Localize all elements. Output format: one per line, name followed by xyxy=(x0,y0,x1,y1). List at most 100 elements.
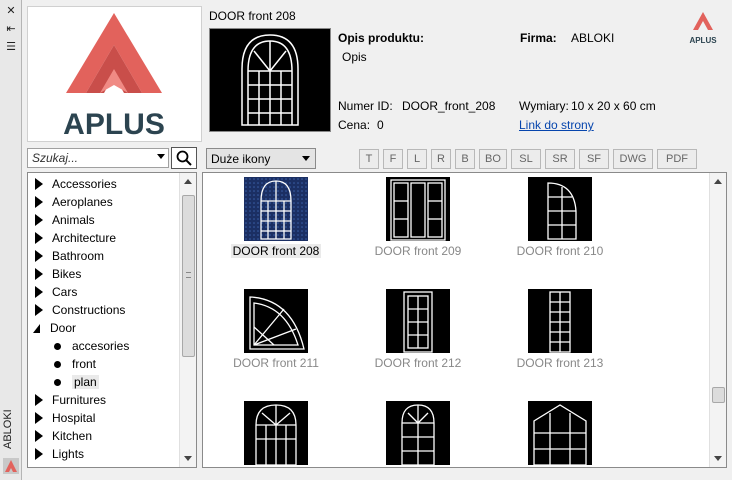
grid-item[interactable]: DOOR front 209 xyxy=(353,173,483,273)
grid-item[interactable] xyxy=(211,397,341,467)
grid-item-caption-text: DOOR front 208 xyxy=(230,244,322,258)
filter-button-dwg[interactable]: DWG xyxy=(613,149,653,169)
aplus-mini-logo-icon xyxy=(3,458,19,474)
autohide-icon[interactable]: ⇤ xyxy=(3,21,19,35)
expand-arrow-icon[interactable] xyxy=(35,250,43,262)
grid-scroll-thumb[interactable] xyxy=(712,387,725,403)
tree-item-plan[interactable]: plan xyxy=(28,373,99,391)
door-thumbnail-image xyxy=(244,401,308,466)
grid-scrollbar[interactable] xyxy=(709,173,726,467)
grid-item-caption: DOOR front 208 xyxy=(211,244,341,258)
tree-item-animals[interactable]: Animals xyxy=(28,211,95,229)
palette-strip: ✕ ⇤ ☰ ABLOKI xyxy=(0,0,22,480)
grid-item-caption: DOOR front 209 xyxy=(353,244,483,258)
grid-item[interactable] xyxy=(353,397,483,467)
view-mode-select[interactable]: Duże ikony xyxy=(206,148,316,169)
expand-arrow-icon[interactable] xyxy=(35,286,43,298)
tree-item-front[interactable]: front xyxy=(28,355,96,373)
properties-menu-icon[interactable]: ☰ xyxy=(3,39,19,53)
scroll-up-arrow-icon[interactable] xyxy=(184,179,192,184)
expand-arrow-icon[interactable] xyxy=(35,178,43,190)
tree-item-furnitures[interactable]: Furnitures xyxy=(28,391,106,409)
expand-arrow-icon[interactable] xyxy=(35,304,43,316)
expand-arrow-icon[interactable] xyxy=(35,430,43,442)
aplus-small-logo-icon: APLUS xyxy=(689,12,717,45)
bullet-icon xyxy=(54,378,61,386)
category-tree: Accessories Aeroplanes Animals Architecture… xyxy=(27,172,197,468)
product-info-panel: DOOR front 208 Opis produktu: Opis Firma… xyxy=(204,6,726,142)
tree-item-label: Animals xyxy=(52,213,95,227)
grid-item-caption-text: DOOR front 213 xyxy=(516,356,604,370)
tree-item-hospital[interactable]: Hospital xyxy=(28,409,95,427)
scroll-up-arrow-icon[interactable] xyxy=(714,179,722,184)
tree-item-bathroom[interactable]: Bathroom xyxy=(28,247,104,265)
tree-item-bikes[interactable]: Bikes xyxy=(28,265,81,283)
filter-button-b[interactable]: B xyxy=(455,149,475,169)
tree-item-accesories[interactable]: accesories xyxy=(28,337,129,355)
filter-button-f[interactable]: F xyxy=(383,149,403,169)
description-label: Opis produktu: xyxy=(338,31,424,45)
aplus-logo-icon: APLUS xyxy=(63,13,165,141)
scroll-down-arrow-icon[interactable] xyxy=(184,456,192,461)
bullet-icon xyxy=(54,342,61,350)
expand-arrow-icon[interactable] xyxy=(35,448,43,460)
brand-corner-logo: APLUS xyxy=(688,10,718,46)
product-page-link[interactable]: Link do strony xyxy=(519,118,594,132)
grid-item[interactable]: DOOR front 211 xyxy=(211,285,341,385)
filter-button-t[interactable]: T xyxy=(359,149,379,169)
tree-item-constructions[interactable]: Constructions xyxy=(28,301,125,319)
expand-arrow-icon[interactable] xyxy=(35,196,43,208)
tree-item-label: accesories xyxy=(72,339,130,353)
dimensions-label: Wymiary: xyxy=(519,99,569,113)
grid-item[interactable]: DOOR front 212 xyxy=(353,285,483,385)
close-icon[interactable]: ✕ xyxy=(3,3,19,17)
brand-logo-panel: APLUS xyxy=(27,6,202,142)
dimensions-value: 10 x 20 x 60 cm xyxy=(571,99,656,113)
tree-item-label: Kitchen xyxy=(52,429,93,443)
chevron-down-icon[interactable] xyxy=(157,154,165,159)
filter-button-sr[interactable]: SR xyxy=(545,149,575,169)
grid-item[interactable]: DOOR front 208 xyxy=(211,173,341,273)
tree-item-aeroplanes[interactable]: Aeroplanes xyxy=(28,193,113,211)
filter-button-bo[interactable]: BO xyxy=(479,149,507,169)
tree-item-kitchen[interactable]: Kitchen xyxy=(28,427,92,445)
expand-arrow-icon[interactable] xyxy=(35,412,43,424)
filter-button-l[interactable]: L xyxy=(407,149,427,169)
tree-item-door[interactable]: Door xyxy=(28,319,76,337)
scroll-down-arrow-icon[interactable] xyxy=(714,456,722,461)
tree-item-accessories[interactable]: Accessories xyxy=(28,175,117,193)
price-label: Cena: xyxy=(338,118,371,132)
door-thumbnail-image xyxy=(386,289,450,353)
id-value: DOOR_front_208 xyxy=(402,99,496,113)
door-thumbnail-image xyxy=(244,289,308,353)
tree-item-lights[interactable]: Lights xyxy=(28,445,84,463)
tree-scrollbar[interactable] xyxy=(179,173,196,467)
expand-arrow-icon[interactable] xyxy=(35,232,43,244)
expand-arrow-icon[interactable] xyxy=(35,394,43,406)
grid-item-caption: DOOR front 211 xyxy=(211,356,341,370)
expand-arrow-icon[interactable] xyxy=(35,214,43,226)
search-button[interactable] xyxy=(171,147,197,169)
filter-button-pdf[interactable]: PDF xyxy=(657,149,697,169)
grid-item[interactable] xyxy=(495,397,625,467)
search-input[interactable]: Szukaj... xyxy=(27,148,169,168)
tree-item-label: Bathroom xyxy=(52,249,105,263)
filter-button-sf[interactable]: SF xyxy=(579,149,609,169)
filter-button-r[interactable]: R xyxy=(431,149,451,169)
palette-title: ABLOKI xyxy=(2,409,14,449)
tree-item-label: front xyxy=(72,357,97,371)
collapse-arrow-icon[interactable] xyxy=(33,323,40,333)
grid-item-caption: DOOR front 210 xyxy=(495,244,625,258)
grid-item-caption-text: DOOR front 211 xyxy=(233,356,319,370)
expand-arrow-icon[interactable] xyxy=(35,268,43,280)
grid-item[interactable]: DOOR front 210 xyxy=(495,173,625,273)
grid-item[interactable]: DOOR front 213 xyxy=(495,285,625,385)
door-thumbnail-image xyxy=(528,177,592,241)
tree-item-cars[interactable]: Cars xyxy=(28,283,77,301)
tree-scroll-thumb[interactable] xyxy=(182,195,195,357)
filter-button-sl[interactable]: SL xyxy=(511,149,541,169)
search-placeholder: Szukaj... xyxy=(32,151,79,165)
tree-item-label: Lights xyxy=(52,447,85,461)
tree-item-architecture[interactable]: Architecture xyxy=(28,229,116,247)
tree-item-label: Cars xyxy=(52,285,78,299)
